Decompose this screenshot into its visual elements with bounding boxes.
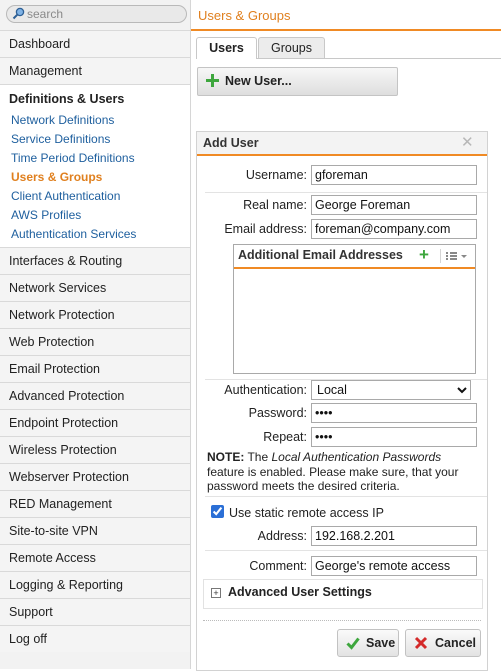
authentication-label: Authentication:	[224, 383, 307, 397]
new-user-button[interactable]: New User...	[197, 67, 398, 96]
nav-group-definitions-users: Definitions & Users Network Definitions …	[0, 84, 190, 247]
comment-field[interactable]	[311, 556, 477, 576]
nav-item-email-protection[interactable]: Email Protection	[0, 355, 190, 382]
nav-item-site-to-site-vpn[interactable]: Site-to-site VPN	[0, 517, 190, 544]
nav-item-support[interactable]: Support	[0, 598, 190, 625]
additional-emails-box[interactable]: Additional Email Addresses +	[233, 244, 476, 374]
nav-item-interfaces-routing[interactable]: Interfaces & Routing	[0, 247, 190, 274]
save-label: Save	[366, 636, 396, 650]
panel-header: Add User ✕	[197, 132, 487, 156]
plus-icon	[206, 74, 219, 87]
address-label: Address:	[257, 529, 307, 543]
nav-item-dashboard[interactable]: Dashboard	[0, 30, 190, 57]
list-options-icon[interactable]	[440, 249, 471, 263]
tab-users[interactable]: Users	[196, 37, 257, 59]
password-label: Password:	[248, 406, 307, 420]
search-icon	[12, 7, 25, 20]
panel-title: Add User	[203, 136, 259, 150]
search-box[interactable]	[6, 5, 187, 23]
nav-sub-network-definitions[interactable]: Network Definitions	[0, 111, 190, 130]
new-user-label: New User...	[225, 74, 292, 88]
save-button[interactable]: Save	[337, 629, 399, 657]
static-ip-checkbox[interactable]	[211, 505, 224, 518]
nav-sub-service-definitions[interactable]: Service Definitions	[0, 130, 190, 149]
nav-item-web-protection[interactable]: Web Protection	[0, 328, 190, 355]
search-input[interactable]	[27, 7, 177, 21]
dotted-divider	[203, 620, 481, 621]
real-name-label: Real name:	[243, 198, 307, 212]
nav-item-endpoint-protection[interactable]: Endpoint Protection	[0, 409, 190, 436]
note-emphasis: Local Authentication Passwords	[271, 450, 442, 464]
cancel-icon	[414, 636, 428, 650]
note-text-2: feature is enabled. Please make sure, th…	[207, 464, 459, 494]
additional-emails-header: Additional Email Addresses +	[234, 245, 475, 269]
checkmark-icon	[346, 637, 360, 650]
cancel-button[interactable]: Cancel	[405, 629, 481, 657]
authentication-select[interactable]: Local	[311, 380, 471, 400]
nav-sub-users-groups[interactable]: Users & Groups	[0, 168, 190, 187]
close-icon[interactable]: ✕	[461, 135, 474, 150]
sidebar: Dashboard Management Definitions & Users…	[0, 0, 191, 669]
advanced-settings-toggle[interactable]: + Advanced User Settings	[203, 579, 483, 609]
note-prefix: NOTE:	[207, 450, 245, 464]
divider	[205, 550, 487, 551]
additional-emails-title: Additional Email Addresses	[238, 248, 403, 262]
nav-item-logging-reporting[interactable]: Logging & Reporting	[0, 571, 190, 598]
repeat-label: Repeat:	[263, 430, 307, 444]
nav-item-management[interactable]: Management	[0, 57, 190, 84]
email-label: Email address:	[224, 222, 307, 236]
divider	[205, 192, 487, 193]
nav-group-title[interactable]: Definitions & Users	[0, 85, 190, 111]
nav-item-wireless-protection[interactable]: Wireless Protection	[0, 436, 190, 463]
nav-item-webserver-protection[interactable]: Webserver Protection	[0, 463, 190, 490]
nav-item-remote-access[interactable]: Remote Access	[0, 544, 190, 571]
nav-sub-authentication-services[interactable]: Authentication Services	[0, 225, 190, 244]
nav-sub-time-period-definitions[interactable]: Time Period Definitions	[0, 149, 190, 168]
nav-item-log-off[interactable]: Log off	[0, 625, 190, 652]
header-bar: Users & Groups	[191, 0, 501, 31]
nav-item-advanced-protection[interactable]: Advanced Protection	[0, 382, 190, 409]
note-text-1: The	[244, 450, 272, 464]
repeat-password-field[interactable]	[311, 427, 477, 447]
nav-item-network-protection[interactable]: Network Protection	[0, 301, 190, 328]
real-name-field[interactable]	[311, 195, 477, 215]
nav-sub-aws-profiles[interactable]: AWS Profiles	[0, 206, 190, 225]
advanced-settings-label: Advanced User Settings	[228, 585, 372, 599]
cancel-label: Cancel	[435, 636, 476, 650]
nav-sub-client-authentication[interactable]: Client Authentication	[0, 187, 190, 206]
add-user-panel: Add User ✕ Username: Real name: Email ad…	[196, 131, 488, 671]
password-field[interactable]	[311, 403, 477, 423]
nav-menu: Dashboard Management Definitions & Users…	[0, 30, 190, 652]
password-note: NOTE: The Local Authentication Passwords…	[207, 450, 479, 494]
tab-groups[interactable]: Groups	[258, 37, 325, 58]
username-field[interactable]	[311, 165, 477, 185]
divider	[205, 496, 487, 497]
nav-item-network-services[interactable]: Network Services	[0, 274, 190, 301]
nav-item-red-management[interactable]: RED Management	[0, 490, 190, 517]
add-email-icon[interactable]: +	[419, 246, 429, 263]
comment-label: Comment:	[249, 559, 307, 573]
username-label: Username:	[245, 168, 307, 182]
email-field[interactable]	[311, 219, 477, 239]
page-title: Users & Groups	[198, 8, 291, 23]
address-field[interactable]	[311, 526, 477, 546]
static-ip-label[interactable]: Use static remote access IP	[229, 506, 384, 520]
expand-icon: +	[211, 588, 221, 598]
